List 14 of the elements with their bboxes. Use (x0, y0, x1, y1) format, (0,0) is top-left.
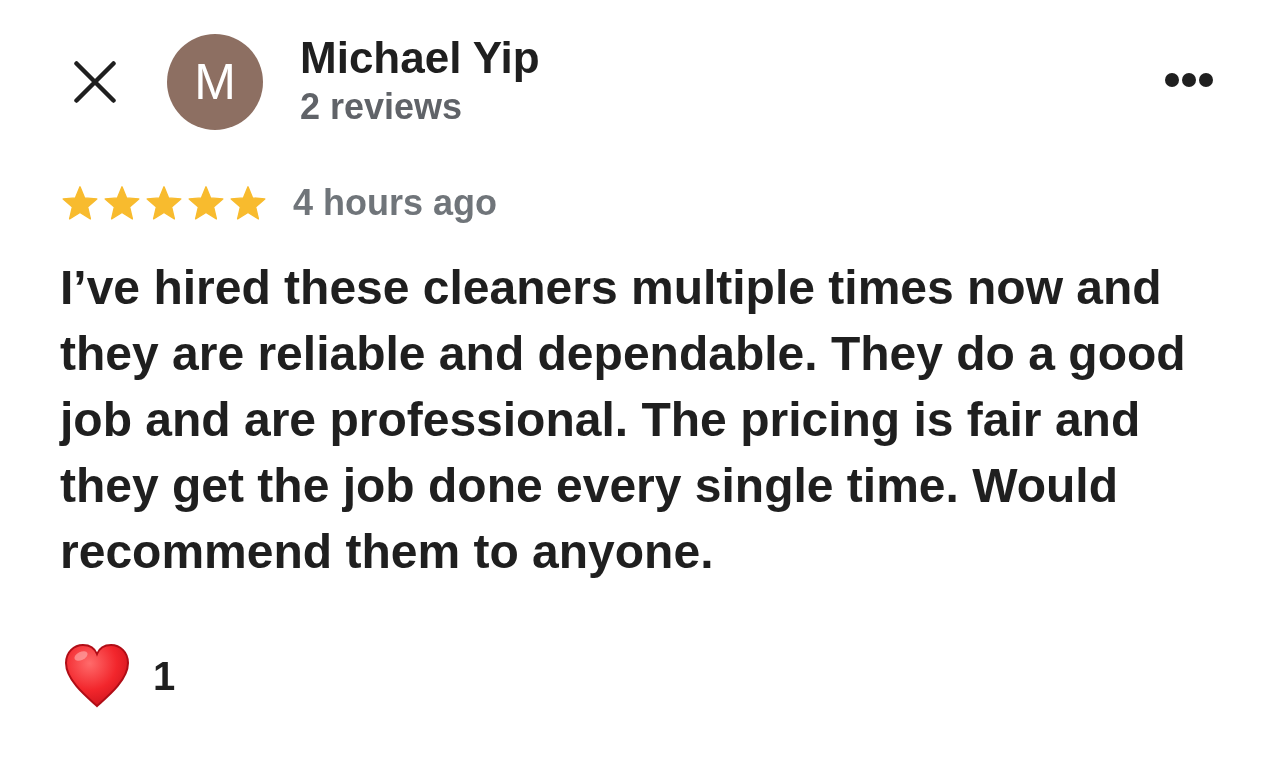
close-icon[interactable] (74, 61, 116, 103)
review-count: 2 reviews (300, 84, 463, 129)
star-icon (62, 185, 98, 221)
review-time: 4 hours ago (293, 185, 498, 221)
reviewer-name: Michael Yip (300, 34, 540, 81)
star-icon (146, 185, 182, 221)
more-icon[interactable] (1165, 73, 1213, 87)
star-icon (230, 185, 266, 221)
review-text: I’ve hired these cleaners multiple times now and they are reliable and dependable. They do a good job and are professional. The pricing is fair and they get the job done every single time. Would recommend them to anyone. (60, 260, 1187, 580)
avatar: M (167, 34, 263, 130)
star-icon (104, 185, 140, 221)
reaction-button[interactable]: 1 (64, 643, 176, 708)
heart-icon (64, 643, 130, 708)
star-icon (188, 185, 224, 221)
